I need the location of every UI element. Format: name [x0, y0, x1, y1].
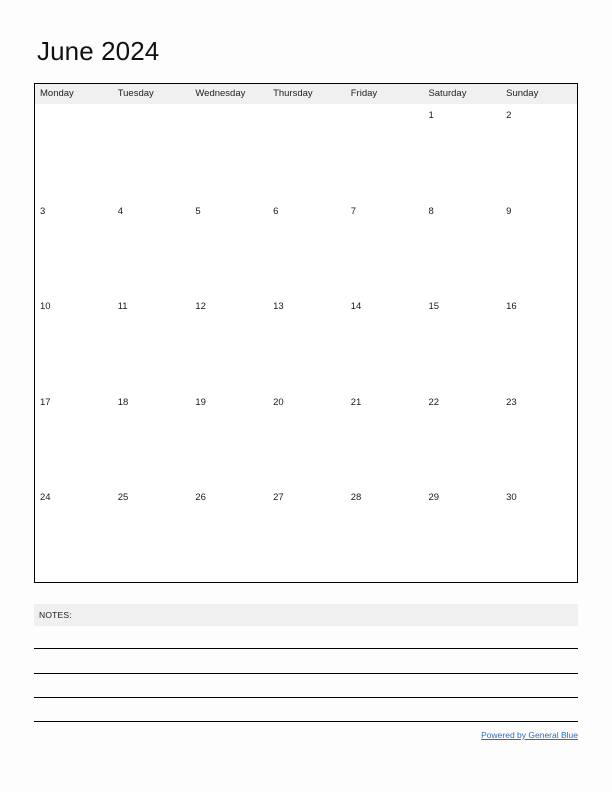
day-cell[interactable]: 1 — [423, 104, 501, 200]
day-cell[interactable] — [35, 104, 113, 200]
day-cell[interactable] — [113, 104, 191, 200]
day-cell[interactable]: 2 — [501, 104, 579, 200]
day-cell[interactable]: 4 — [113, 200, 191, 296]
day-cell[interactable]: 3 — [35, 200, 113, 296]
calendar-table: Monday Tuesday Wednesday Thursday Friday… — [34, 83, 578, 583]
day-cell[interactable]: 21 — [346, 391, 424, 487]
weekday-header-monday: Monday — [40, 88, 74, 99]
day-cell[interactable]: 12 — [190, 295, 268, 391]
calendar-page: June 2024 Monday Tuesday Wednesday Thurs… — [0, 0, 612, 792]
day-cell[interactable]: 19 — [190, 391, 268, 487]
day-cell[interactable]: 29 — [423, 486, 501, 582]
day-cell[interactable]: 14 — [346, 295, 424, 391]
weekday-header-sunday: Sunday — [506, 88, 539, 99]
day-cell[interactable]: 22 — [423, 391, 501, 487]
day-cell[interactable] — [346, 104, 424, 200]
day-cell[interactable]: 17 — [35, 391, 113, 487]
day-cell[interactable]: 18 — [113, 391, 191, 487]
day-cell[interactable]: 25 — [113, 486, 191, 582]
notes-writing-line[interactable] — [34, 648, 578, 649]
day-cell[interactable] — [268, 104, 346, 200]
day-cell[interactable]: 24 — [35, 486, 113, 582]
notes-label: NOTES: — [39, 610, 72, 620]
notes-writing-line[interactable] — [34, 721, 578, 722]
day-cell[interactable]: 23 — [501, 391, 579, 487]
day-cell[interactable]: 20 — [268, 391, 346, 487]
weekday-header-wednesday: Wednesday — [195, 88, 246, 99]
weekday-header-thursday: Thursday — [273, 88, 313, 99]
day-cell[interactable]: 28 — [346, 486, 424, 582]
day-cell[interactable]: 9 — [501, 200, 579, 296]
day-cell[interactable]: 13 — [268, 295, 346, 391]
powered-by-link[interactable]: Powered by General Blue — [481, 729, 578, 741]
weekday-header-friday: Friday — [350, 88, 378, 99]
day-cell[interactable] — [190, 104, 268, 200]
week-row: 1 2 — [35, 104, 577, 200]
weekday-header-row: Monday Tuesday Wednesday Thursday Friday… — [35, 84, 577, 104]
day-cell[interactable]: 7 — [346, 200, 424, 296]
day-cell[interactable]: 30 — [501, 486, 579, 582]
day-cell[interactable]: 8 — [423, 200, 501, 296]
day-cell[interactable]: 6 — [268, 200, 346, 296]
day-cell[interactable]: 15 — [423, 295, 501, 391]
notes-writing-line[interactable] — [34, 697, 578, 698]
day-cell[interactable]: 5 — [190, 200, 268, 296]
notes-writing-line[interactable] — [34, 673, 578, 674]
week-row: 24 25 26 27 28 29 30 — [35, 486, 577, 582]
week-row: 10 11 12 13 14 15 16 — [35, 295, 577, 391]
weekday-header-tuesday: Tuesday — [117, 88, 154, 99]
day-cell[interactable]: 11 — [113, 295, 191, 391]
week-row: 17 18 19 20 21 22 23 — [35, 391, 577, 487]
day-cell[interactable]: 27 — [268, 486, 346, 582]
week-row: 3 4 5 6 7 8 9 — [35, 200, 577, 296]
day-cell[interactable]: 10 — [35, 295, 113, 391]
notes-header-bar: NOTES: — [34, 604, 578, 626]
page-title: June 2024 — [37, 36, 160, 66]
day-cell[interactable]: 16 — [501, 295, 579, 391]
day-cell[interactable]: 26 — [190, 486, 268, 582]
weekday-header-saturday: Saturday — [428, 88, 467, 99]
